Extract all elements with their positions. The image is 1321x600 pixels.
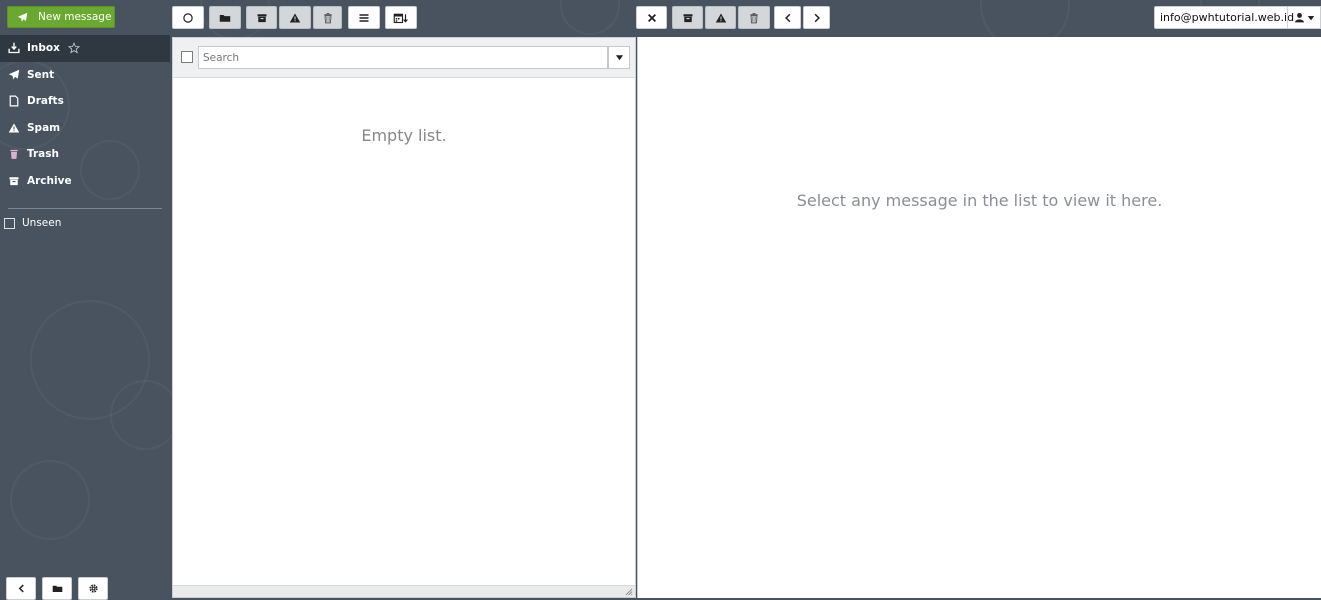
more-menu-button[interactable] bbox=[348, 6, 380, 29]
next-message-button[interactable] bbox=[803, 6, 830, 29]
sidebar-item-drafts[interactable]: Drafts bbox=[0, 88, 170, 115]
sidebar-item-trash[interactable]: Trash bbox=[0, 141, 170, 168]
warning-icon bbox=[715, 13, 726, 22]
close-preview-button[interactable] bbox=[636, 6, 667, 29]
inbox-icon bbox=[8, 43, 20, 54]
unseen-filter[interactable]: Unseen bbox=[0, 217, 170, 229]
star-icon[interactable] bbox=[67, 42, 80, 54]
search-bar bbox=[173, 38, 635, 78]
spam-button[interactable] bbox=[279, 6, 311, 29]
sidebar-item-label: Trash bbox=[27, 148, 59, 161]
sidebar-item-label: Spam bbox=[27, 121, 61, 134]
trash-icon bbox=[10, 150, 18, 160]
delete-message-button[interactable] bbox=[738, 6, 770, 29]
refresh-icon bbox=[183, 12, 193, 23]
sidebar-item-spam[interactable]: Spam bbox=[0, 115, 170, 142]
message-preview-panel: Select any message in the list to view i… bbox=[637, 37, 1321, 598]
chevron-right-icon bbox=[814, 13, 820, 22]
warning-icon bbox=[8, 123, 20, 133]
search-options-button[interactable] bbox=[608, 46, 630, 69]
sidebar-item-sent[interactable]: Sent bbox=[0, 62, 170, 89]
caret-down-icon bbox=[1307, 15, 1314, 20]
sidebar-item-label: Sent bbox=[27, 68, 55, 81]
previous-message-button[interactable] bbox=[774, 6, 801, 29]
refresh-button[interactable] bbox=[172, 6, 204, 29]
new-message-button[interactable]: New message bbox=[7, 6, 115, 28]
settings-button[interactable] bbox=[78, 577, 108, 600]
folder-icon bbox=[219, 14, 231, 22]
archive-icon bbox=[683, 13, 692, 22]
archive-icon bbox=[257, 13, 266, 22]
trash-icon bbox=[750, 12, 758, 23]
search-input[interactable] bbox=[198, 46, 608, 69]
chevron-left-icon bbox=[18, 584, 24, 593]
sidebar-item-archive[interactable]: Archive bbox=[0, 168, 170, 195]
empty-list-message: Empty list. bbox=[361, 126, 447, 145]
close-icon bbox=[647, 13, 656, 22]
sidebar-item-label: Archive bbox=[27, 174, 72, 187]
top-toolbar: New message info@pwhtutorial.web.id bbox=[0, 0, 1321, 35]
unseen-label: Unseen bbox=[22, 217, 62, 229]
paper-plane-icon bbox=[17, 12, 28, 22]
spam-message-button[interactable] bbox=[705, 6, 736, 29]
trash-icon bbox=[323, 12, 332, 23]
gear-icon bbox=[88, 584, 98, 593]
archive-icon bbox=[9, 177, 19, 185]
move-to-folder-button[interactable] bbox=[209, 6, 241, 29]
account-menu: info@pwhtutorial.web.id bbox=[1154, 6, 1321, 29]
preview-empty-message: Select any message in the list to view i… bbox=[796, 191, 1163, 210]
folders-button[interactable] bbox=[42, 577, 72, 600]
sidebar-item-inbox[interactable]: Inbox bbox=[0, 35, 170, 62]
user-icon bbox=[1294, 13, 1304, 23]
paper-plane-icon bbox=[8, 69, 20, 80]
list-footer bbox=[173, 585, 635, 597]
sidebar-item-label: Drafts bbox=[27, 95, 64, 108]
file-icon bbox=[9, 95, 19, 107]
sidebar-divider bbox=[8, 208, 162, 209]
archive-message-button[interactable] bbox=[672, 6, 703, 29]
sidebar-bottom-bar bbox=[6, 577, 108, 600]
warning-icon bbox=[289, 13, 301, 22]
collapse-sidebar-button[interactable] bbox=[6, 577, 36, 600]
folder-icon bbox=[52, 585, 62, 592]
caret-down-icon bbox=[615, 55, 623, 61]
new-message-label: New message bbox=[38, 11, 112, 23]
chevron-left-icon bbox=[784, 13, 790, 22]
sidebar: Inbox Sent Drafts Spam Trash Archive Uns… bbox=[0, 35, 170, 600]
archive-button[interactable] bbox=[246, 6, 277, 29]
user-menu-button[interactable] bbox=[1287, 7, 1320, 28]
message-list-panel: Empty list. bbox=[172, 37, 636, 598]
sidebar-item-label: Inbox bbox=[27, 42, 60, 55]
resize-handle-icon[interactable] bbox=[624, 587, 633, 596]
delete-button[interactable] bbox=[313, 6, 342, 29]
unseen-checkbox[interactable] bbox=[4, 217, 15, 229]
sort-button[interactable] bbox=[385, 6, 417, 29]
select-all-checkbox[interactable] bbox=[181, 51, 193, 63]
menu-icon bbox=[359, 13, 369, 22]
account-email[interactable]: info@pwhtutorial.web.id bbox=[1155, 11, 1294, 24]
calendar-sort-icon bbox=[393, 13, 408, 23]
